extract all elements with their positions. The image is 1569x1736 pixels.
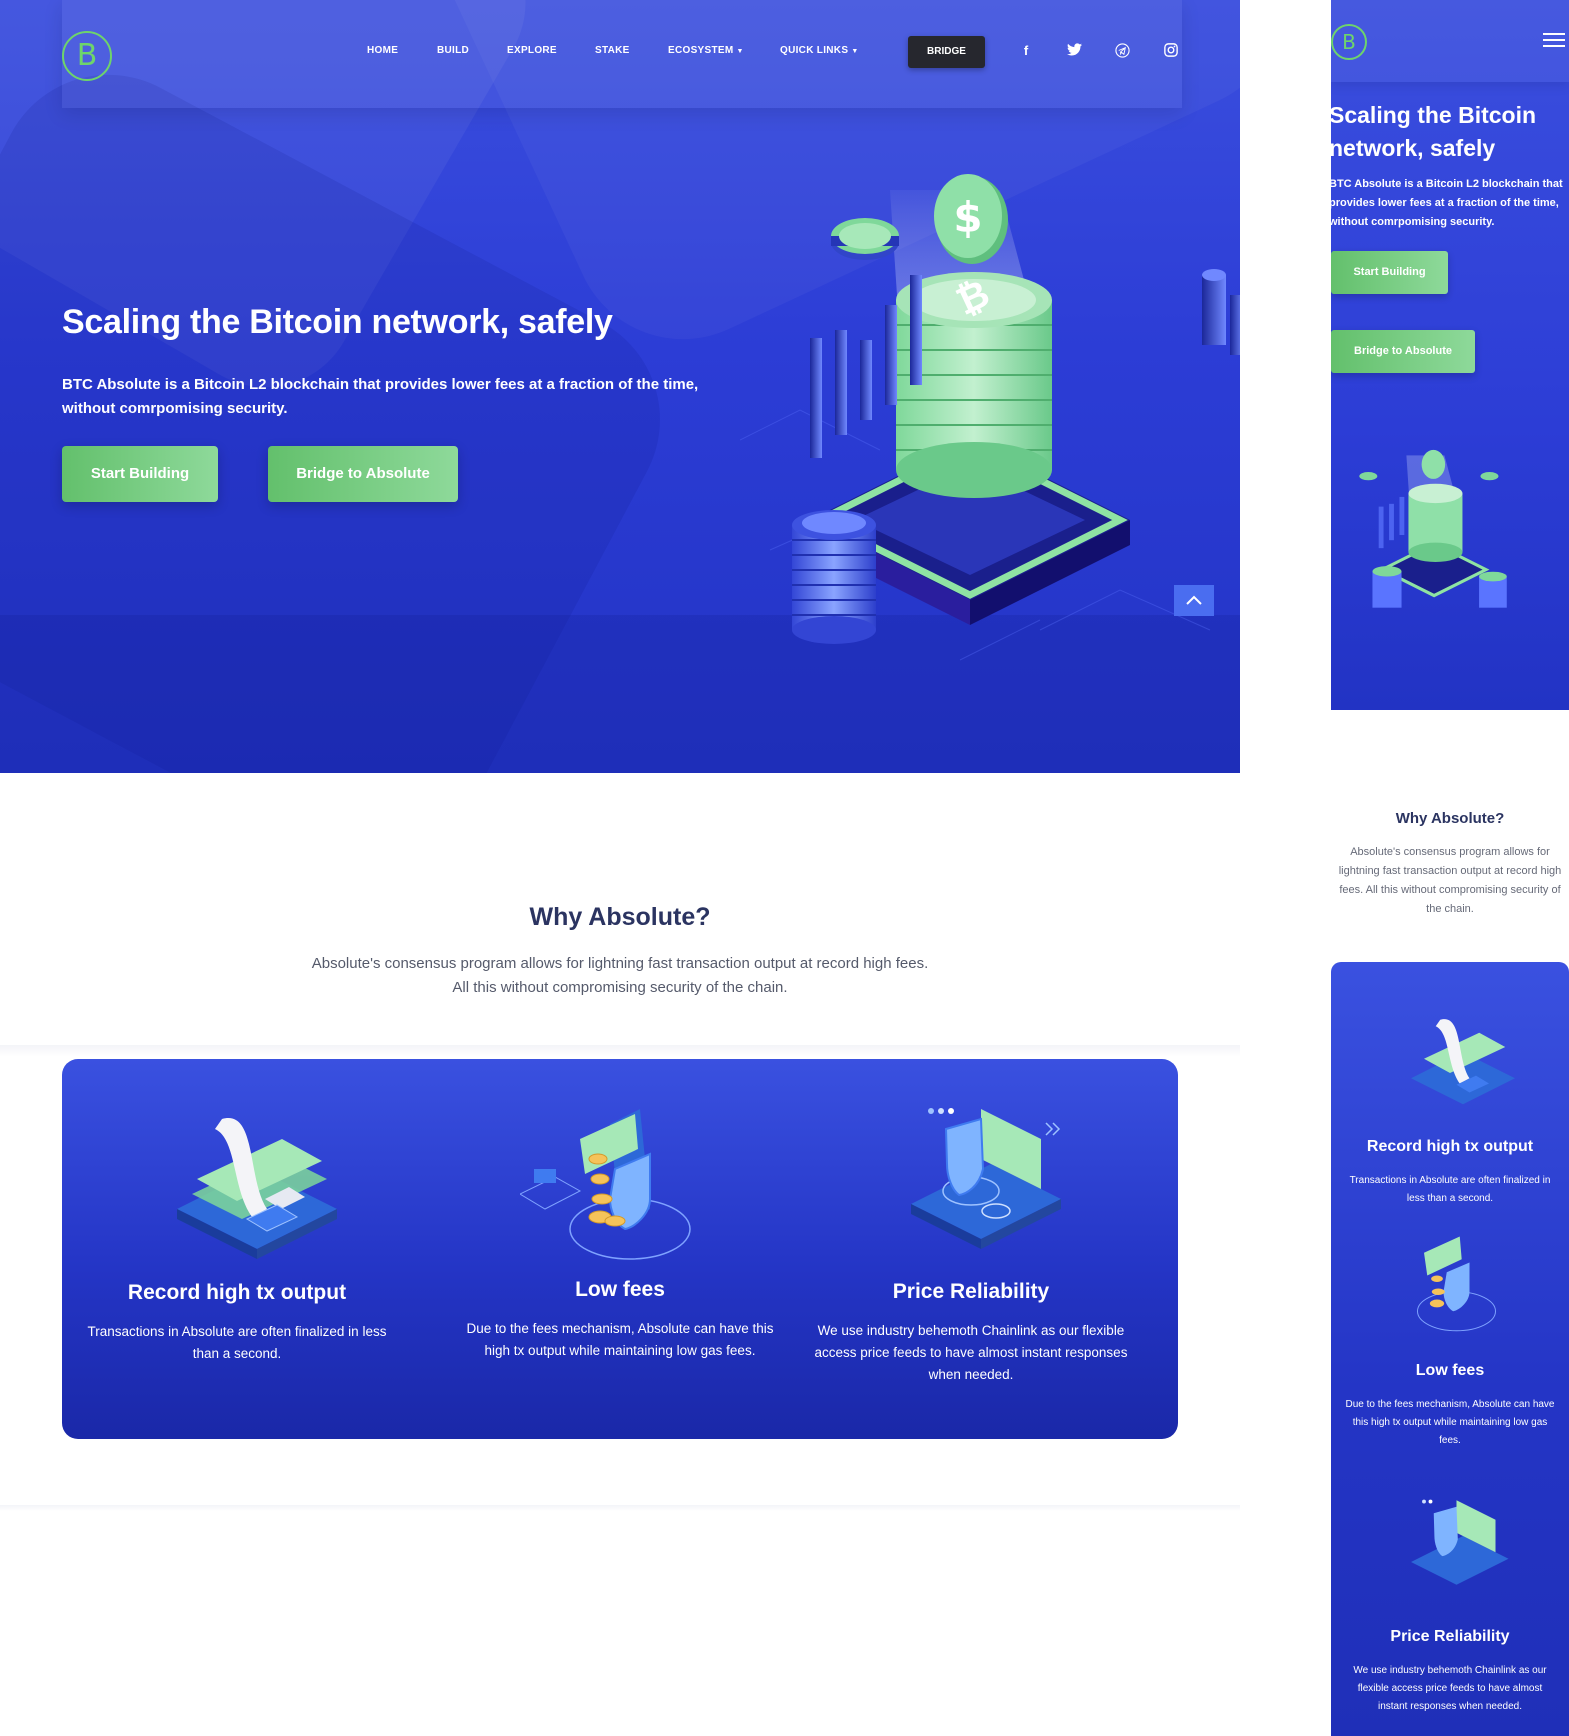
nav-stake[interactable]: STAKE (595, 45, 630, 56)
mobile-feature-title: Price Reliability (1390, 1628, 1510, 1645)
nav-build[interactable]: BUILD (437, 45, 469, 56)
mobile-view: B Scaling the Bitcoin network, safely BT… (1331, 0, 1569, 1736)
why-title: Why Absolute? (529, 903, 711, 931)
mobile-feature-description: Transactions in Absolute are often final… (1349, 1175, 1551, 1204)
feature-description: We use industry behemoth Chainlink as ou… (814, 1323, 1128, 1382)
nav-explore[interactable]: EXPLORE (507, 45, 557, 56)
hero-section: B HOME BUILD EXPLORE STAKE ECOSYSTEM ▼ QU… (0, 0, 1240, 773)
mobile-logo[interactable]: B (1331, 24, 1367, 60)
price-reliability-shield-icon (1411, 1499, 1509, 1585)
mobile-features-panel: Record high tx output Transactions in Ab… (1331, 962, 1569, 1736)
mobile-feature-description: We use industry behemoth Chainlink as ou… (1353, 1665, 1547, 1712)
bridge-to-absolute-button[interactable]: Bridge to Absolute (268, 446, 458, 502)
low-fees-shield-icon (520, 1109, 691, 1260)
desktop-view: B HOME BUILD EXPLORE STAKE ECOSYSTEM ▼ QU… (0, 0, 1240, 1736)
caret-down-icon: ▼ (736, 48, 744, 55)
telegram-icon[interactable] (1114, 43, 1130, 59)
feature-description: Due to the fees mechanism, Absolute can … (466, 1321, 774, 1358)
feature-description: Transactions in Absolute are often final… (87, 1324, 387, 1361)
mobile-feature-title: Record high tx output (1366, 1138, 1534, 1155)
nav-ecosystem-label: ECOSYSTEM (668, 45, 734, 56)
nav-ecosystem[interactable]: ECOSYSTEM ▼ (668, 45, 744, 56)
back-to-top-button[interactable] (1174, 585, 1214, 616)
mobile-hero-section: B Scaling the Bitcoin network, safely BT… (1331, 0, 1569, 710)
nav-quick-links-label: QUICK LINKS (780, 45, 849, 56)
mobile-bitcoin-platform-illustration (1359, 449, 1507, 608)
features-panel: Record high tx output Transactions in Ab… (62, 1059, 1178, 1439)
section-divider (0, 1045, 1240, 1057)
payment-phone-icon (1411, 1019, 1515, 1105)
hero-description: BTC Absolute is a Bitcoin L2 blockchain … (62, 376, 699, 417)
hero-title: Scaling the Bitcoin network, safely (62, 303, 613, 341)
feature-title: Record high tx output (127, 1281, 347, 1304)
price-reliability-shield-icon (911, 1108, 1061, 1249)
caret-down-icon: ▼ (851, 48, 859, 55)
facebook-icon[interactable]: f (1018, 43, 1034, 59)
low-fees-shield-icon (1417, 1236, 1496, 1332)
instagram-icon[interactable] (1163, 43, 1179, 59)
hamburger-menu-icon[interactable] (1543, 33, 1565, 49)
start-building-button[interactable]: Start Building (62, 446, 218, 502)
twitter-icon[interactable] (1066, 43, 1082, 59)
feature-title: Price Reliability (892, 1280, 1050, 1303)
feature-card: Low fees Due to the fees mechanism, Abso… (445, 1059, 795, 1439)
mobile-feature-description: Due to the fees mechanism, Absolute can … (1345, 1399, 1555, 1446)
why-description: Absolute's consensus program allows for … (311, 955, 929, 996)
feature-card: Record high tx output Transactions in Ab… (62, 1059, 412, 1439)
logo[interactable]: B (62, 31, 112, 81)
mobile-why-description: Absolute's consensus program allows for … (1338, 846, 1562, 915)
chevron-up-icon (1186, 595, 1202, 605)
mobile-hero-title: Scaling the Bitcoin network, safely (1331, 102, 1537, 161)
feature-card: Price Reliability We use industry behemo… (796, 1059, 1146, 1439)
nav-home[interactable]: HOME (367, 45, 398, 56)
mobile-hero-description: BTC Absolute is a Bitcoin L2 blockchain … (1331, 178, 1563, 228)
feature-title: Low fees (575, 1278, 665, 1301)
mobile-feature-title: Low fees (1415, 1362, 1485, 1379)
bitcoin-platform-illustration: ₿ $ (740, 174, 1240, 661)
mobile-start-building-button[interactable]: Start Building (1331, 251, 1448, 294)
dollar-symbol: $ (953, 193, 982, 242)
bridge-button[interactable]: BRIDGE (908, 36, 985, 68)
mobile-why-title: Why Absolute? (1395, 810, 1505, 827)
nav-quick-links[interactable]: QUICK LINKS ▼ (780, 45, 859, 56)
section-divider (0, 1505, 1240, 1511)
payment-phone-icon (177, 1118, 337, 1259)
mobile-bridge-to-absolute-button[interactable]: Bridge to Absolute (1331, 330, 1475, 373)
